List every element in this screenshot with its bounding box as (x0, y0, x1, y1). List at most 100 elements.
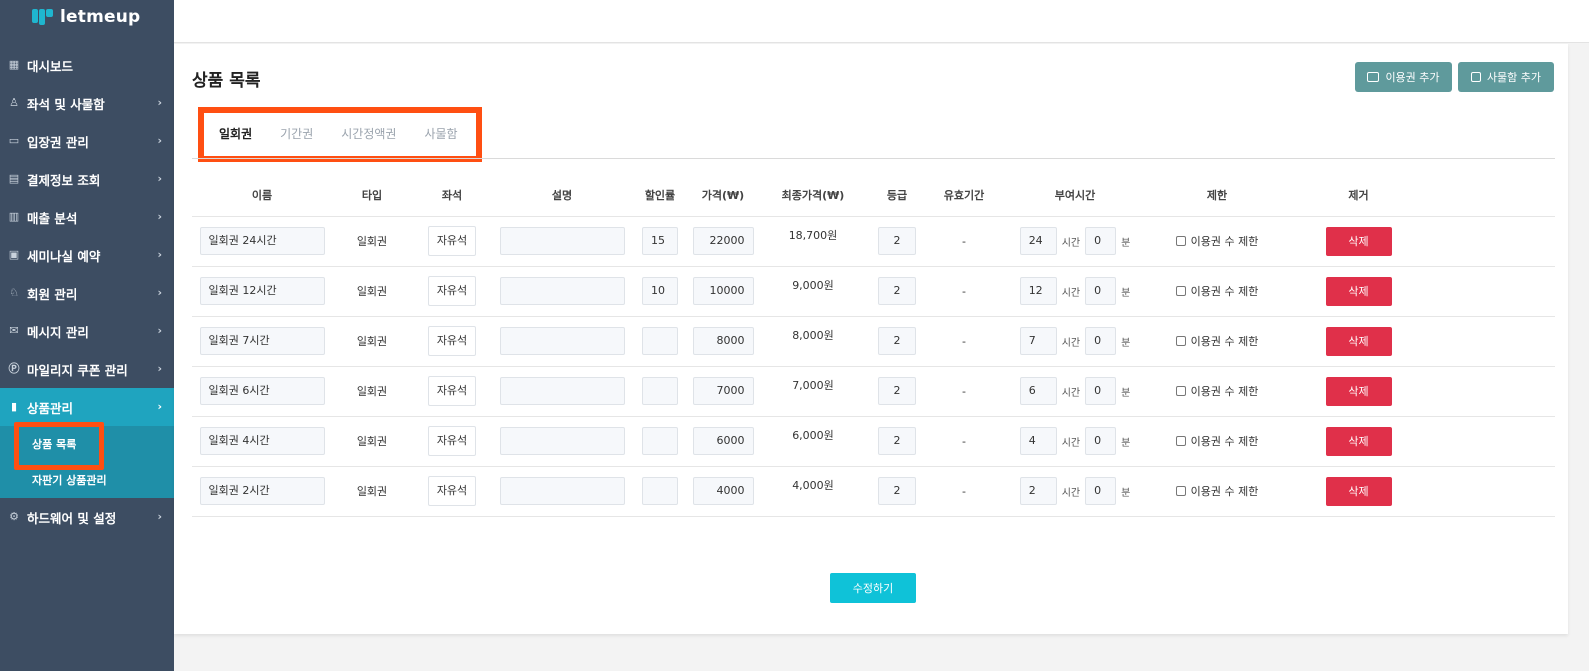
grade-input[interactable]: 2 (878, 277, 916, 305)
hours-input[interactable]: 7 (1019, 327, 1057, 355)
delete-button[interactable]: 삭제 (1325, 376, 1392, 406)
sidebar-item-seats[interactable]: ♙ 좌석 및 사물함 › (0, 84, 174, 122)
sidebar-item-messages[interactable]: ✉ 메시지 관리 › (0, 312, 174, 350)
limit-checkbox[interactable]: 이용권 수 제한 (1175, 433, 1258, 449)
hours-input[interactable]: 2 (1019, 477, 1057, 505)
price-input[interactable]: 22000 (692, 227, 754, 255)
seat-select[interactable]: 자유석 (428, 376, 476, 406)
description-input[interactable] (499, 227, 625, 255)
sidebar-item-mileage[interactable]: Ⓟ 마일리지 쿠폰 관리 › (0, 350, 174, 388)
hours-input[interactable]: 12 (1019, 277, 1057, 305)
sidebar-item-tickets[interactable]: ▭ 입장권 관리 › (0, 122, 174, 160)
top-bar (174, 0, 1589, 43)
final-price-text: 6,000원 (792, 429, 834, 442)
seat-select[interactable]: 자유석 (428, 226, 476, 256)
table-row: 일회권 24시간 일회권 자유석 15 22000 18,700원 2 - 24 시간 0 분 이용권 … (192, 215, 1555, 266)
delete-button[interactable]: 삭제 (1325, 326, 1392, 356)
discount-input[interactable] (642, 427, 678, 455)
discount-input[interactable] (642, 327, 678, 355)
add-locker-button[interactable]: 사물함 추가 (1458, 62, 1554, 92)
description-input[interactable] (499, 377, 625, 405)
discount-input[interactable]: 10 (642, 277, 678, 305)
description-input[interactable] (499, 277, 625, 305)
delete-button[interactable]: 삭제 (1325, 276, 1392, 306)
hours-input[interactable]: 4 (1019, 427, 1057, 455)
delete-button[interactable]: 삭제 (1325, 426, 1392, 456)
tab-time-fixed[interactable]: 시간정액권 (341, 125, 396, 142)
discount-input[interactable]: 15 (642, 227, 678, 255)
type-text: 일회권 (356, 485, 388, 498)
limit-checkbox[interactable]: 이용권 수 제한 (1175, 383, 1258, 399)
sidebar-item-products[interactable]: ▮ 상품관리 › (0, 388, 174, 426)
sidebar-item-label: 좌석 및 사물함 (27, 96, 105, 112)
seat-select[interactable]: 자유석 (428, 426, 476, 456)
validity-text: - (962, 284, 966, 298)
limit-checkbox[interactable]: 이용권 수 제한 (1175, 333, 1258, 349)
hours-input[interactable]: 6 (1019, 377, 1057, 405)
name-input[interactable]: 일회권 24시간 (199, 227, 325, 255)
description-input[interactable] (499, 327, 625, 355)
grade-input[interactable]: 2 (878, 377, 916, 405)
name-input[interactable]: 일회권 4시간 (199, 427, 325, 455)
seat-select[interactable]: 자유석 (428, 326, 476, 356)
sidebar-item-dashboard[interactable]: ▦ 대시보드 (0, 46, 174, 84)
name-input[interactable]: 일회권 7시간 (199, 327, 325, 355)
limit-checkbox[interactable]: 이용권 수 제한 (1175, 283, 1258, 299)
sidebar-item-seminar[interactable]: ▣ 세미나실 예약 › (0, 236, 174, 274)
sidebar-subitem-product-list[interactable]: 상품 목록 (0, 422, 174, 470)
limit-label: 이용권 수 제한 (1190, 485, 1259, 498)
chevron-right-icon: › (157, 210, 162, 223)
discount-input[interactable] (642, 377, 678, 405)
minutes-input[interactable]: 0 (1085, 477, 1117, 505)
grade-input[interactable]: 2 (878, 227, 916, 255)
header-seat: 좌석 (441, 188, 463, 202)
limit-label: 이용권 수 제한 (1190, 235, 1259, 248)
minutes-input[interactable]: 0 (1085, 227, 1117, 255)
seat-select[interactable]: 자유석 (428, 476, 476, 506)
price-input[interactable]: 4000 (692, 477, 754, 505)
limit-checkbox[interactable]: 이용권 수 제한 (1175, 233, 1259, 249)
price-input[interactable]: 10000 (692, 277, 754, 305)
sidebar-item-hardware[interactable]: ⚙ 하드웨어 및 설정 › (0, 498, 174, 536)
name-input[interactable]: 일회권 12시간 (199, 277, 325, 305)
discount-input[interactable] (642, 477, 678, 505)
name-input[interactable]: 일회권 2시간 (199, 477, 325, 505)
add-pass-button[interactable]: 이용권 추가 (1355, 62, 1452, 92)
description-input[interactable] (499, 427, 625, 455)
save-button[interactable]: 수정하기 (830, 573, 916, 603)
grade-input[interactable]: 2 (878, 477, 916, 505)
minutes-input[interactable]: 0 (1085, 377, 1117, 405)
description-input[interactable] (499, 477, 625, 505)
price-input[interactable]: 6000 (692, 427, 754, 455)
grade-input[interactable]: 2 (878, 427, 916, 455)
name-input[interactable]: 일회권 6시간 (199, 377, 325, 405)
header-price: 가격(₩) (701, 188, 745, 202)
sidebar-item-payments[interactable]: ▤ 결제정보 조회 › (0, 160, 174, 198)
price-input[interactable]: 7000 (692, 377, 754, 405)
sidebar-item-sales[interactable]: ▥ 매출 분석 › (0, 198, 174, 236)
limit-checkbox[interactable]: 이용권 수 제한 (1175, 483, 1259, 499)
header-type: 타입 (361, 188, 383, 202)
sidebar-item-members[interactable]: ♘ 회원 관리 › (0, 274, 174, 312)
chevron-right-icon: › (157, 96, 162, 109)
bag-icon: ▮ (10, 400, 18, 413)
tab-locker[interactable]: 사물함 (424, 125, 457, 142)
hours-input[interactable]: 24 (1019, 227, 1057, 255)
table-row: 일회권 4시간 일회권 자유석 6000 6,000원 2 - 4 시간 0 분 이용권 수 제한 삭제 (192, 415, 1555, 466)
delete-button[interactable]: 삭제 (1325, 476, 1392, 506)
minutes-input[interactable]: 0 (1085, 277, 1117, 305)
delete-button[interactable]: 삭제 (1325, 226, 1392, 256)
header-name: 이름 (251, 188, 273, 202)
final-price-text: 4,000원 (792, 479, 834, 492)
minutes-input[interactable]: 0 (1085, 427, 1117, 455)
hour-unit-label: 시간 (1061, 487, 1081, 499)
checkbox-icon (1175, 486, 1186, 496)
minutes-input[interactable]: 0 (1085, 327, 1117, 355)
grade-input[interactable]: 2 (878, 327, 916, 355)
seat-select[interactable]: 자유석 (428, 276, 476, 306)
tab-one-time[interactable]: 일회권 (219, 125, 252, 142)
header-remove: 제거 (1348, 188, 1369, 202)
tab-period[interactable]: 기간권 (280, 125, 313, 142)
price-input[interactable]: 8000 (692, 327, 754, 355)
brand-logo[interactable]: letmeup (0, 0, 174, 34)
